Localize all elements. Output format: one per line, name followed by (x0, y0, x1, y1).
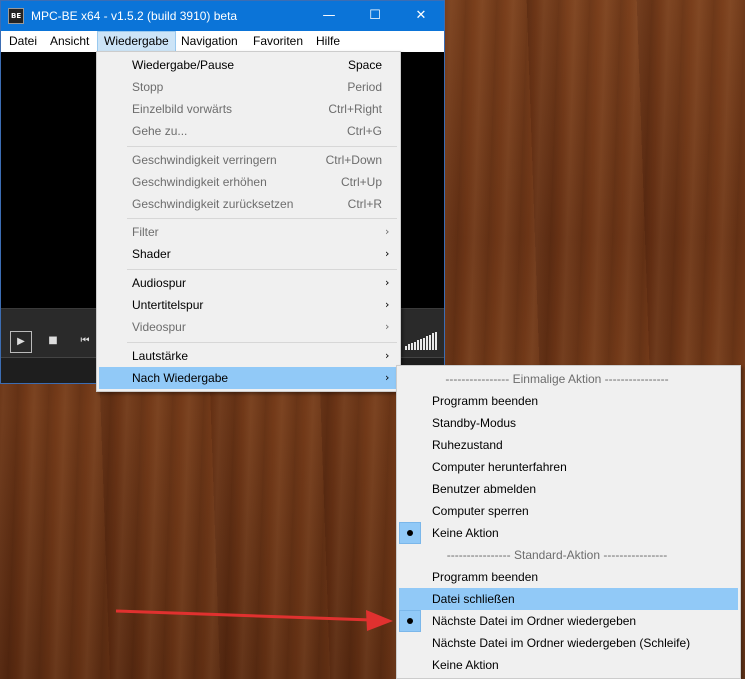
red-arrow-annotation-icon (115, 609, 393, 631)
